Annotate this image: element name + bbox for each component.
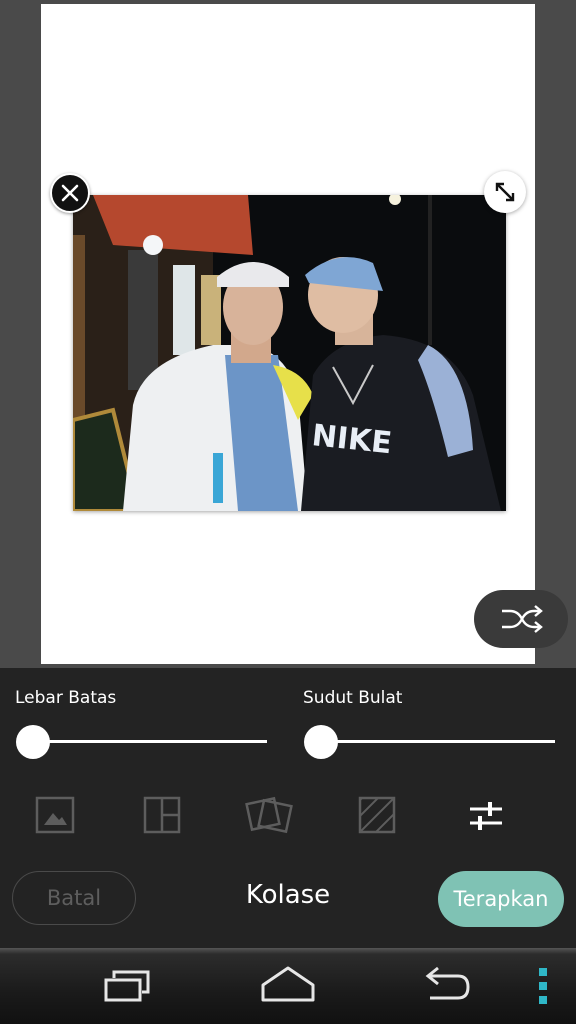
home-icon[interactable] [258,962,318,1012]
shuffle-layout-button[interactable] [474,590,568,648]
collage-settings-panel: Lebar Batas Sudut Bulat Batal Kolase Ter… [0,668,576,948]
slider-track[interactable] [33,740,267,743]
back-icon[interactable] [418,964,478,1012]
pattern-hatch-icon[interactable] [353,791,401,839]
slider-thumb[interactable] [16,725,50,759]
layout-grid-icon[interactable] [138,791,186,839]
resize-diagonal-icon [495,182,515,202]
system-navigation-bar [0,948,576,1024]
background-image-icon[interactable] [31,791,79,839]
apply-button[interactable]: Terapkan [438,871,564,927]
cancel-button[interactable]: Batal [12,871,136,925]
remove-photo-button[interactable] [50,173,90,213]
collage-canvas-area: NIKE [0,0,576,668]
collage-photo[interactable]: NIKE [73,195,506,511]
corner-radius-label: Sudut Bulat [303,688,403,708]
slider-track[interactable] [321,740,555,743]
close-icon [61,184,79,202]
adjust-sliders-icon[interactable] [462,791,510,839]
border-width-label: Lebar Batas [15,688,117,708]
freestyle-tilt-icon[interactable] [245,791,293,839]
shuffle-icon [502,605,543,633]
resize-photo-button[interactable] [484,171,526,213]
menu-overflow-icon[interactable] [536,966,550,1010]
recent-apps-icon[interactable] [100,964,156,1012]
slider-thumb[interactable] [304,725,338,759]
